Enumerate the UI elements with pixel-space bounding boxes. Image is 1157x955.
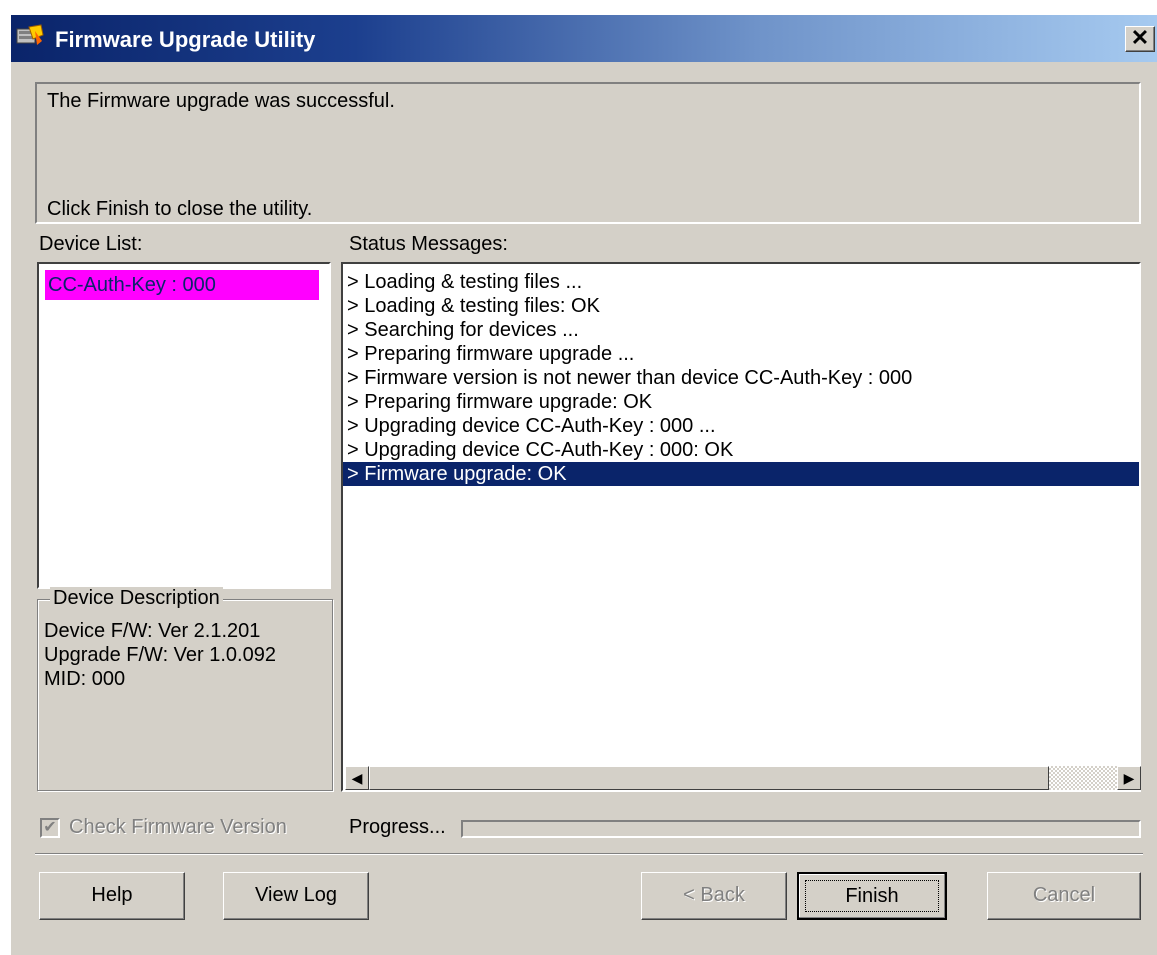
arrow-left-icon: ◀: [351, 770, 363, 786]
upgrade-fw-version: Upgrade F/W: Ver 1.0.092: [44, 644, 276, 666]
separator: [35, 853, 1143, 855]
status-messages-list[interactable]: > Loading & testing files ... > Loading …: [341, 262, 1141, 792]
cancel-button[interactable]: Cancel: [987, 872, 1141, 920]
message-line-2: Click Finish to close the utility.: [47, 198, 313, 220]
horizontal-scrollbar[interactable]: ◀ ▶: [345, 766, 1141, 790]
device-fw-version: Device F/W: Ver 2.1.201: [44, 620, 261, 642]
status-line[interactable]: > Preparing firmware upgrade ...: [343, 342, 1139, 366]
firmware-upgrade-window: Firmware Upgrade Utility ✕ The Firmware …: [10, 14, 1157, 955]
status-line[interactable]: > Loading & testing files ...: [343, 270, 1139, 294]
back-button[interactable]: < Back: [641, 872, 787, 920]
progress-bar: [461, 820, 1141, 838]
progress-label: Progress...: [349, 816, 446, 838]
device-list-label: Device List:: [39, 233, 143, 255]
status-line[interactable]: > Preparing firmware upgrade: OK: [343, 390, 1139, 414]
title-bar[interactable]: Firmware Upgrade Utility ✕: [11, 15, 1157, 62]
check-firmware-label: Check Firmware Version: [69, 816, 287, 838]
close-button[interactable]: ✕: [1125, 26, 1155, 52]
status-line[interactable]: > Upgrading device CC-Auth-Key : 000: OK: [343, 438, 1139, 462]
arrow-right-icon: ▶: [1123, 770, 1135, 786]
checkmark-icon: ✔: [43, 819, 57, 836]
status-line-selected[interactable]: > Firmware upgrade: OK: [343, 462, 1139, 486]
scroll-thumb[interactable]: [369, 766, 1049, 790]
help-button[interactable]: Help: [39, 872, 185, 920]
finish-button[interactable]: Finish: [797, 872, 947, 920]
device-description-group: Device Description Device F/W: Ver 2.1.2…: [37, 587, 333, 791]
status-line[interactable]: > Searching for devices ...: [343, 318, 1139, 342]
status-line[interactable]: > Loading & testing files: OK: [343, 294, 1139, 318]
mid-value: MID: 000: [44, 668, 126, 690]
message-line-1: The Firmware upgrade was successful.: [47, 90, 395, 112]
device-list[interactable]: CC-Auth-Key : 000: [37, 262, 331, 589]
message-panel: The Firmware upgrade was successful. Cli…: [35, 82, 1141, 224]
check-firmware-checkbox[interactable]: ✔: [40, 818, 60, 838]
firmware-app-icon: [16, 24, 44, 45]
status-line[interactable]: > Firmware version is not newer than dev…: [343, 366, 1139, 390]
scroll-track[interactable]: [1049, 766, 1117, 790]
view-log-button[interactable]: View Log: [223, 872, 369, 920]
status-messages-label: Status Messages:: [349, 233, 508, 255]
device-list-item[interactable]: CC-Auth-Key : 000: [45, 270, 319, 300]
scroll-right-button[interactable]: ▶: [1117, 766, 1141, 790]
device-description-legend: Device Description: [50, 587, 223, 610]
close-icon: ✕: [1130, 25, 1150, 50]
window-title: Firmware Upgrade Utility: [55, 27, 316, 52]
status-line[interactable]: > Upgrading device CC-Auth-Key : 000 ...: [343, 414, 1139, 438]
focus-indicator: [805, 880, 939, 912]
scroll-left-button[interactable]: ◀: [345, 766, 369, 790]
